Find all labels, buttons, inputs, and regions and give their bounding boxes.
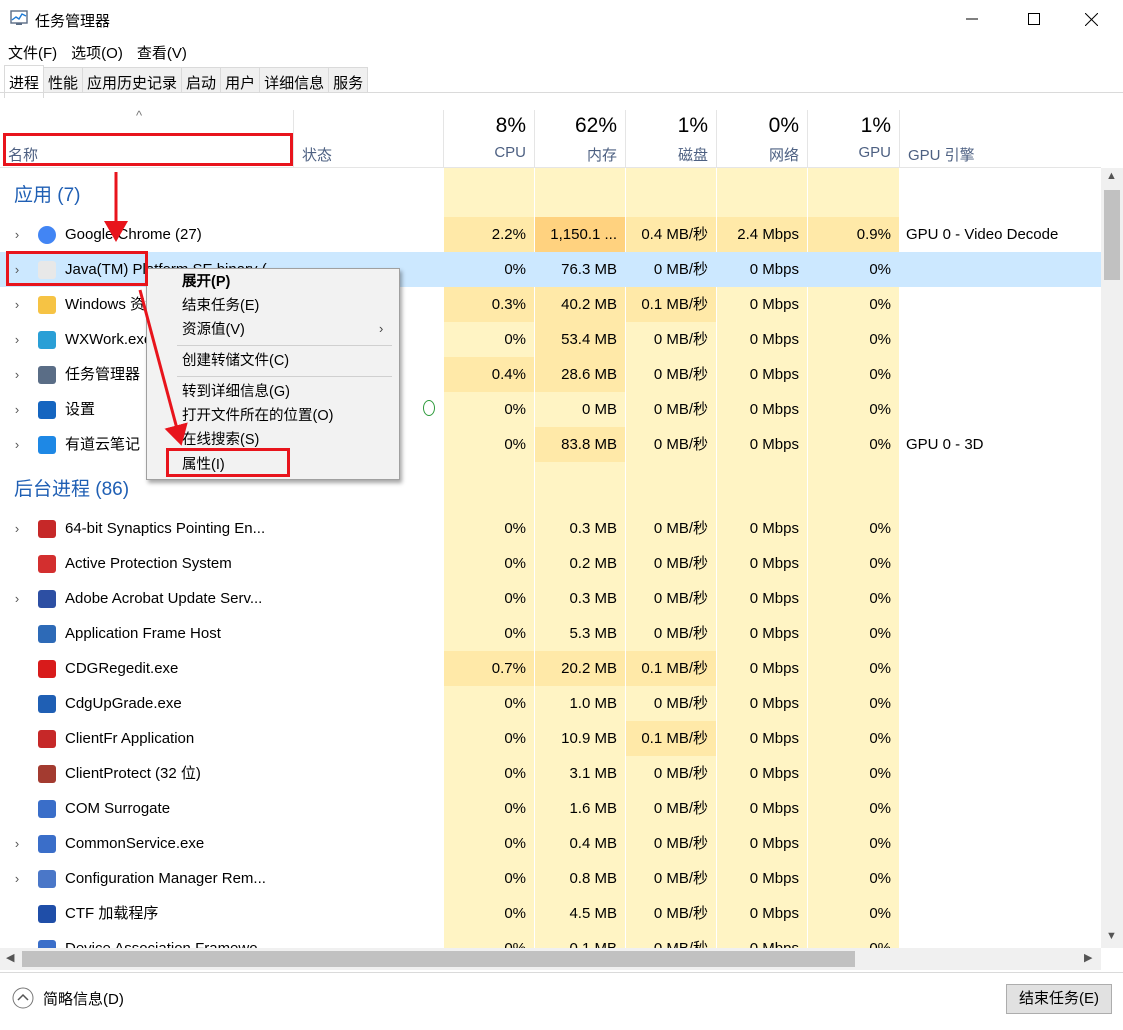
- annotation-arrow: [138, 289, 188, 446]
- scroll-thumb[interactable]: [1104, 190, 1120, 280]
- brief-info-toggle[interactable]: 简略信息(D): [12, 987, 124, 1009]
- scroll-up-icon[interactable]: ▲: [1106, 170, 1117, 182]
- vertical-scrollbar[interactable]: ▲ ▼: [1101, 168, 1123, 948]
- scroll-right-icon[interactable]: ▶: [1084, 951, 1092, 964]
- collapse-up-icon: [12, 987, 34, 1009]
- scroll-down-icon[interactable]: ▼: [1106, 930, 1117, 942]
- hscroll-thumb[interactable]: [22, 951, 855, 967]
- scroll-left-icon[interactable]: ◀: [6, 951, 14, 964]
- brief-info-label: 简略信息(D): [43, 990, 124, 1008]
- footer-divider: [0, 972, 1123, 973]
- end-task-button[interactable]: 结束任务(E): [1006, 984, 1112, 1014]
- horizontal-scrollbar[interactable]: ◀ ▶: [0, 948, 1101, 970]
- annotation-arrows: [104, 172, 188, 446]
